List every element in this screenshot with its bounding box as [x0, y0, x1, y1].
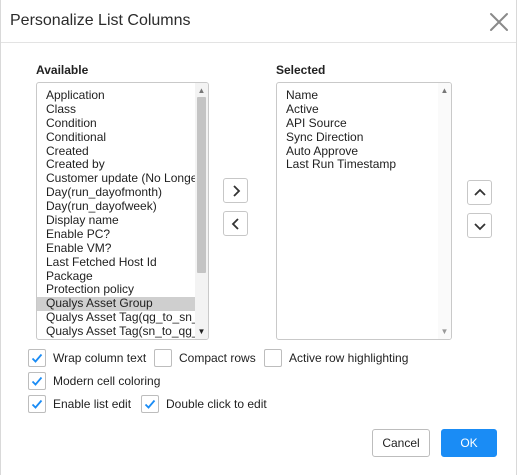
- list-item[interactable]: Day(run_dayofweek): [37, 200, 208, 214]
- compact-rows-label: Compact rows: [179, 351, 256, 365]
- compact-rows-checkbox[interactable]: [154, 349, 172, 367]
- chevron-down-icon: [474, 223, 486, 231]
- ok-button[interactable]: OK: [441, 429, 497, 457]
- dialog-title: Personalize List Columns: [10, 12, 191, 29]
- remove-column-button[interactable]: [223, 211, 248, 236]
- modern-cell-coloring-checkbox[interactable]: [28, 372, 46, 390]
- available-label: Available: [36, 63, 89, 77]
- list-item[interactable]: Enable PC?: [37, 228, 208, 242]
- selected-items: Name Active API Source Sync Direction Auto A…: [277, 83, 451, 339]
- list-item[interactable]: Active: [277, 103, 451, 117]
- wrap-column-text-label: Wrap column text: [53, 351, 147, 365]
- list-item[interactable]: Conditional: [37, 131, 208, 145]
- list-item[interactable]: Created by: [37, 158, 208, 172]
- double-click-to-edit-checkbox[interactable]: [141, 395, 159, 413]
- modern-cell-coloring-label: Modern cell coloring: [53, 374, 161, 388]
- list-item[interactable]: Class: [37, 103, 208, 117]
- personalize-list-columns-dialog: Personalize List Columns Available Appli…: [0, 0, 517, 475]
- list-item[interactable]: Customer update (No Longer: [37, 172, 208, 186]
- selected-columns-list[interactable]: Name Active API Source Sync Direction Auto A…: [276, 82, 452, 340]
- list-item[interactable]: Last Fetched Host Id: [37, 256, 208, 270]
- add-column-button[interactable]: [223, 178, 248, 203]
- active-row-highlighting-checkbox[interactable]: [264, 349, 282, 367]
- list-item[interactable]: Enable VM?: [37, 242, 208, 256]
- close-icon[interactable]: [487, 10, 511, 34]
- scrollbar-thumb[interactable]: [197, 97, 206, 273]
- selected-scrollbar[interactable]: ▲ ▼: [438, 83, 451, 339]
- list-item[interactable]: Name: [277, 89, 451, 103]
- list-item[interactable]: Condition: [37, 117, 208, 131]
- list-item[interactable]: Day(run_dayofmonth): [37, 186, 208, 200]
- enable-list-edit-checkbox[interactable]: [28, 395, 46, 413]
- chevron-right-icon: [233, 185, 241, 197]
- list-item[interactable]: Created: [37, 145, 208, 159]
- list-item[interactable]: Auto Approve: [277, 145, 451, 159]
- list-item[interactable]: Q...: [37, 339, 208, 340]
- scroll-up-icon[interactable]: ▲: [440, 86, 449, 95]
- list-item[interactable]: Sync Direction: [277, 131, 451, 145]
- list-item[interactable]: Application: [37, 89, 208, 103]
- wrap-column-text-checkbox[interactable]: [28, 349, 46, 367]
- move-down-button[interactable]: [467, 213, 492, 238]
- checkmark-icon: [31, 399, 43, 409]
- active-row-highlighting-label: Active row highlighting: [289, 351, 409, 365]
- scroll-down-icon[interactable]: ▼: [197, 327, 206, 336]
- scroll-up-icon[interactable]: ▲: [197, 86, 206, 95]
- available-items: Application Class Condition Conditional Crea…: [37, 83, 208, 339]
- list-item[interactable]: Last Run Timestamp: [277, 158, 451, 172]
- checkmark-icon: [144, 399, 156, 409]
- double-click-to-edit-label: Double click to edit: [166, 397, 267, 411]
- available-columns-list[interactable]: Application Class Condition Conditional Crea…: [36, 82, 209, 340]
- available-scrollbar[interactable]: ▲ ▼: [195, 83, 208, 339]
- enable-list-edit-label: Enable list edit: [53, 397, 132, 411]
- list-item[interactable]: Qualys Asset Tag(sn_to_qg_s: [37, 325, 208, 339]
- scroll-down-icon[interactable]: ▼: [440, 327, 449, 336]
- chevron-left-icon: [231, 218, 239, 230]
- cancel-button[interactable]: Cancel: [372, 429, 430, 457]
- list-item[interactable]: Package: [37, 270, 208, 284]
- dialog-header: Personalize List Columns: [1, 0, 516, 43]
- list-item[interactable]: Protection policy: [37, 283, 208, 297]
- move-up-button[interactable]: [467, 180, 492, 205]
- list-item[interactable]: Display name: [37, 214, 208, 228]
- checkmark-icon: [31, 353, 43, 363]
- chevron-up-icon: [474, 188, 486, 196]
- checkmark-icon: [31, 376, 43, 386]
- selected-label: Selected: [276, 63, 326, 77]
- list-item[interactable]: API Source: [277, 117, 451, 131]
- list-item[interactable]: Qualys Asset Group: [37, 297, 208, 312]
- list-item[interactable]: Qualys Asset Tag(qg_to_sn_s: [37, 311, 208, 325]
